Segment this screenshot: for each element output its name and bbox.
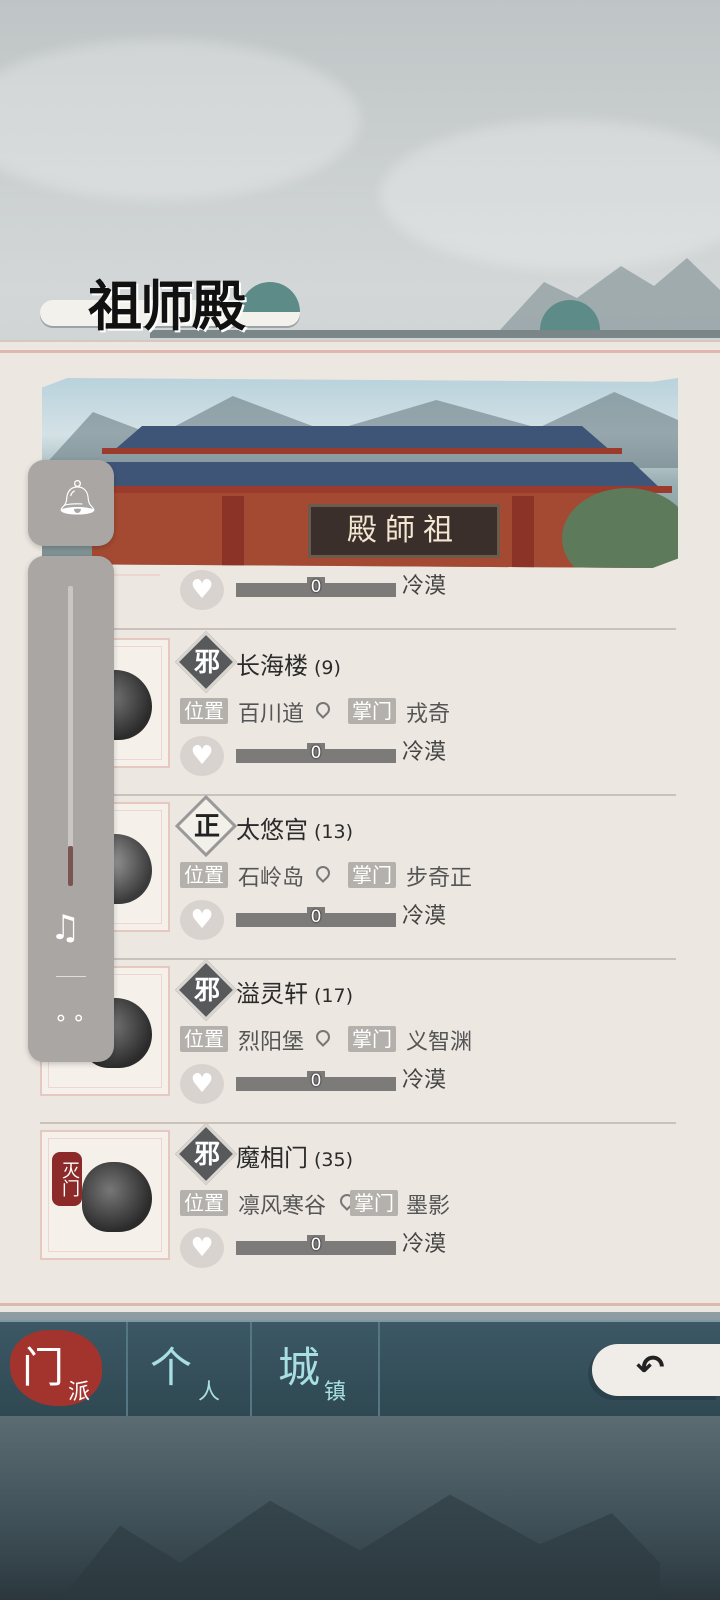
location-value[interactable]: 石岭岛 — [238, 860, 304, 892]
sect-name: 溢灵轩 (17) — [236, 980, 354, 1008]
sect-beast-image — [82, 1162, 152, 1232]
affinity-heart-icon: ♥ — [180, 900, 224, 940]
member-count: (13) — [314, 821, 354, 843]
divider — [56, 976, 86, 977]
relation-status: 冷漠 — [402, 904, 447, 929]
relation-status: 冷漠 — [402, 1068, 447, 1093]
tab-sub-label: 派 — [68, 1380, 91, 1405]
member-count: (17) — [314, 985, 354, 1007]
alignment-label: 邪 — [193, 1140, 220, 1170]
leader-tag: 掌门 — [350, 1190, 398, 1216]
affinity-bar: 0 — [236, 907, 396, 927]
leader-tag: 掌门 — [348, 698, 396, 724]
tab-main-label: 城 — [278, 1343, 321, 1392]
more-dots-icon[interactable]: ∘∘ — [54, 1006, 90, 1031]
volume-panel[interactable]: ♫ ∘∘ — [28, 556, 114, 1062]
sect-thumbnail: 灭门 — [40, 1130, 170, 1260]
affinity-heart-icon: ♥ — [180, 570, 224, 610]
location-pin-icon[interactable] — [313, 863, 333, 883]
alignment-label: 邪 — [193, 976, 220, 1006]
tab-sub-label: 镇 — [324, 1380, 347, 1405]
affinity-value: 0 — [306, 1235, 326, 1255]
location-tag: 位置 — [180, 1190, 228, 1216]
location-tag: 位置 — [180, 698, 228, 724]
cloud-decor — [240, 282, 300, 312]
location-pin-icon[interactable] — [313, 1027, 333, 1047]
location-pin-icon[interactable] — [313, 699, 333, 719]
affinity-bar: 0 — [236, 1235, 396, 1255]
tab-town[interactable]: 城 镇 — [252, 1322, 380, 1418]
tab-sub-label: 人 — [198, 1380, 221, 1405]
affinity-heart-icon: ♥ — [180, 1064, 224, 1104]
list-item[interactable]: 邪 溢灵轩 (17) 位置 烈阳堡 掌门 义智渊 ♥ 0 冷漠 — [40, 958, 676, 1124]
relation-status: 冷漠 — [402, 574, 447, 599]
leader-name: 义智渊 — [406, 1030, 473, 1055]
sect-name: 魔相门 (35) — [236, 1144, 354, 1172]
sect-name: 太悠宫 (13) — [236, 816, 354, 844]
landscape-footer — [0, 1416, 720, 1600]
location-tag: 位置 — [180, 862, 228, 888]
leader-name: 戎奇 — [406, 702, 451, 727]
back-arrow-icon: ↶ — [636, 1348, 665, 1388]
affinity-bar: 0 — [236, 1071, 396, 1091]
list-item[interactable]: 邪 长海楼 (9) 位置 百川道 掌门 戎奇 ♥ 0 冷漠 — [40, 630, 676, 796]
affinity-bar: 0 — [236, 743, 396, 763]
leader-name: 墨影 — [406, 1194, 451, 1219]
location-value[interactable]: 烈阳堡 — [238, 1024, 304, 1056]
leader-tag: 掌门 — [348, 1026, 396, 1052]
affinity-value: 0 — [306, 1071, 326, 1091]
relation-status: 冷漠 — [402, 740, 447, 765]
leader-tag: 掌门 — [348, 862, 396, 888]
tab-personal[interactable]: 个 人 — [124, 1322, 252, 1418]
affinity-value: 0 — [306, 743, 326, 763]
affinity-value: 0 — [306, 577, 326, 597]
volume-slider[interactable] — [68, 586, 73, 886]
tab-sect[interactable]: 门 派 — [0, 1322, 128, 1418]
destroyed-seal: 灭门 — [52, 1152, 82, 1206]
sect-name: 长海楼 (9) — [236, 652, 341, 680]
notification-button[interactable]: 🔔︎ — [28, 460, 114, 546]
tab-main-label: 门 — [22, 1343, 65, 1392]
volume-level — [68, 846, 73, 886]
location-tag: 位置 — [180, 1026, 228, 1052]
music-note-icon[interactable]: ♫ — [50, 908, 80, 948]
member-count: (35) — [314, 1149, 354, 1171]
list-item[interactable]: ♥ 0 冷漠 — [40, 524, 676, 630]
affinity-value: 0 — [306, 907, 326, 927]
list-item[interactable]: 正 太悠宫 (13) 位置 石岭岛 掌门 步奇正 ♥ 0 冷漠 — [40, 794, 676, 960]
leader-name: 步奇正 — [406, 866, 473, 891]
back-button[interactable]: ↶ — [592, 1344, 720, 1396]
affinity-heart-icon: ♥ — [180, 1228, 224, 1268]
tab-main-label: 个 — [150, 1343, 193, 1392]
location-value[interactable]: 百川道 — [238, 696, 304, 728]
member-count: (9) — [314, 657, 341, 679]
relation-status: 冷漠 — [402, 1232, 447, 1257]
affinity-heart-icon: ♥ — [180, 736, 224, 776]
page-title: 祖师殿 — [88, 274, 246, 338]
affinity-bar: 0 — [236, 577, 396, 597]
bell-icon: 🔔︎ — [56, 478, 100, 518]
list-item[interactable]: 灭门 邪 魔相门 (35) 位置 凛风寒谷 掌门 墨影 ♥ 0 冷漠 — [40, 1122, 676, 1286]
location-value[interactable]: 凛风寒谷 — [238, 1188, 326, 1220]
alignment-label: 邪 — [193, 648, 220, 678]
alignment-label: 正 — [193, 812, 220, 842]
